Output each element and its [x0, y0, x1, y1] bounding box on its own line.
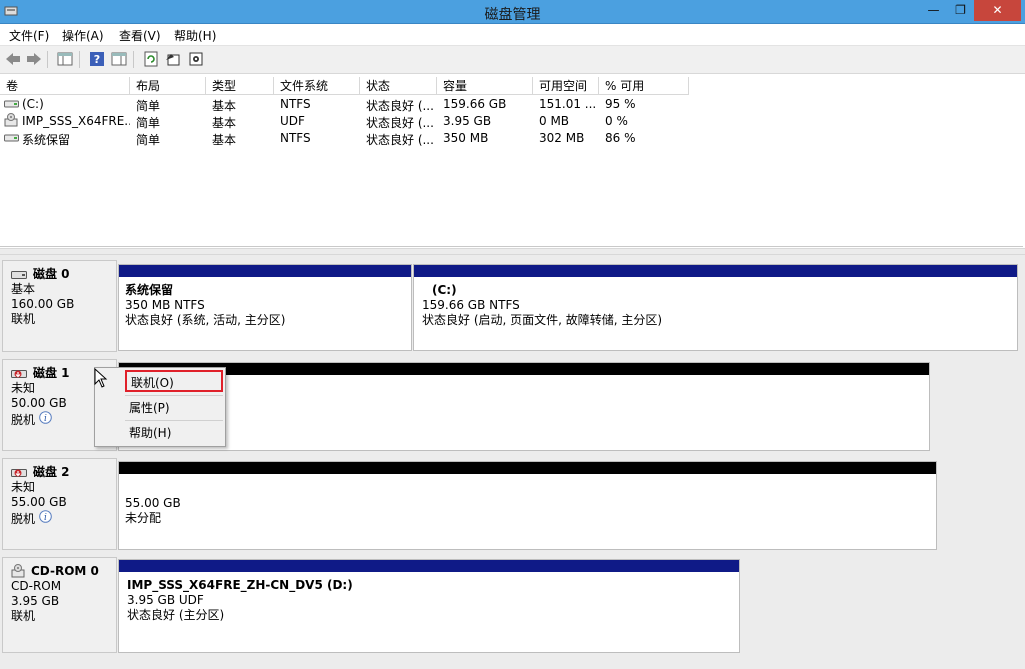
back-arrow-icon[interactable]	[4, 50, 22, 68]
column-header-type[interactable]: 类型	[206, 77, 274, 95]
help-icon[interactable]: ?	[88, 50, 106, 68]
menu-item-help[interactable]: 帮助(H)	[129, 422, 225, 444]
column-header-layout[interactable]: 布局	[130, 77, 206, 95]
cdrom-icon	[4, 113, 18, 127]
title-bar: 磁盘管理 — ❐ ✕	[0, 0, 1025, 24]
window-title: 磁盘管理	[484, 7, 541, 23]
settings-icon[interactable]	[187, 50, 205, 68]
pane-splitter[interactable]	[0, 248, 1025, 255]
primary-partition-bar	[414, 265, 1017, 277]
column-header-percent-free[interactable]: % 可用	[599, 77, 689, 95]
menu-action[interactable]: 操作(A)	[62, 27, 104, 44]
cdrom-0-label[interactable]: CD-ROM 0 CD-ROM 3.95 GB 联机	[2, 557, 117, 653]
context-menu: 联机(O) 属性(P) 帮助(H)	[94, 367, 226, 447]
disk-1-region[interactable]	[118, 362, 930, 451]
menu-view[interactable]: 查看(V)	[119, 27, 161, 44]
unallocated-bar	[119, 462, 936, 474]
column-header-status[interactable]: 状态	[360, 77, 437, 95]
svg-text:i: i	[44, 414, 47, 424]
unallocated-bar	[119, 363, 929, 375]
forward-arrow-icon[interactable]	[25, 50, 43, 68]
primary-partition-bar	[119, 265, 411, 277]
restore-button[interactable]: ❐	[947, 0, 974, 21]
offline-disk-icon	[11, 369, 27, 378]
drive-icon	[4, 134, 19, 142]
menu-bar: 文件(F) 操作(A) 查看(V) 帮助(H)	[0, 24, 1025, 46]
disk-2-label[interactable]: 磁盘 2 未知 55.00 GB 脱机 i	[2, 458, 117, 550]
offline-disk-icon	[11, 468, 27, 477]
show-action-pane-icon[interactable]	[110, 50, 128, 68]
table-row[interactable]: IMP_SSS_X64FRE... 简单 基本 UDF 状态良好 (... 3.…	[0, 113, 1023, 130]
mouse-cursor-icon	[94, 368, 108, 388]
info-icon[interactable]: i	[39, 510, 52, 523]
info-icon[interactable]: i	[39, 411, 52, 424]
menu-item-properties[interactable]: 属性(P)	[129, 397, 225, 419]
menu-help[interactable]: 帮助(H)	[174, 27, 216, 44]
menu-item-online[interactable]: 联机(O)	[125, 370, 223, 392]
primary-partition-bar	[119, 560, 739, 572]
properties-icon[interactable]	[164, 50, 182, 68]
partition-c-drive[interactable]: (C:) 159.66 GB NTFS 状态良好 (启动, 页面文件, 故障转储…	[413, 264, 1018, 351]
show-hide-console-tree-icon[interactable]	[56, 50, 74, 68]
partition-d-drive[interactable]: IMP_SSS_X64FRE_ZH-CN_DV5 (D:) 3.95 GB UD…	[118, 559, 740, 653]
column-header-volume[interactable]: 卷	[0, 77, 130, 95]
table-row[interactable]: 系统保留 简单 基本 NTFS 状态良好 (... 350 MB 302 MB …	[0, 130, 1023, 147]
refresh-icon[interactable]	[142, 50, 160, 68]
close-button[interactable]: ✕	[974, 0, 1021, 21]
drive-icon	[4, 100, 19, 108]
unallocated-partition[interactable]: 55.00 GB 未分配	[118, 461, 937, 550]
column-header-free-space[interactable]: 可用空间	[533, 77, 599, 95]
column-header-capacity[interactable]: 容量	[437, 77, 533, 95]
menu-file[interactable]: 文件(F)	[9, 27, 49, 44]
table-row[interactable]: (C:) 简单 基本 NTFS 状态良好 (... 159.66 GB 151.…	[0, 96, 1023, 113]
svg-text:?: ?	[94, 53, 100, 66]
svg-text:i: i	[44, 513, 47, 523]
column-header-filesystem[interactable]: 文件系统	[274, 77, 360, 95]
partition-system-reserved[interactable]: 系统保留 350 MB NTFS 状态良好 (系统, 活动, 主分区)	[118, 264, 412, 351]
cdrom-icon	[11, 564, 25, 578]
volume-list: 卷 布局 类型 文件系统 状态 容量 可用空间 % 可用 (C:) 简单 基本 …	[0, 77, 1023, 247]
hard-disk-icon	[11, 270, 27, 279]
minimize-button[interactable]: —	[920, 0, 947, 21]
toolbar: ?	[0, 46, 1025, 74]
disk-0-label[interactable]: 磁盘 0 基本 160.00 GB 联机	[2, 260, 117, 352]
